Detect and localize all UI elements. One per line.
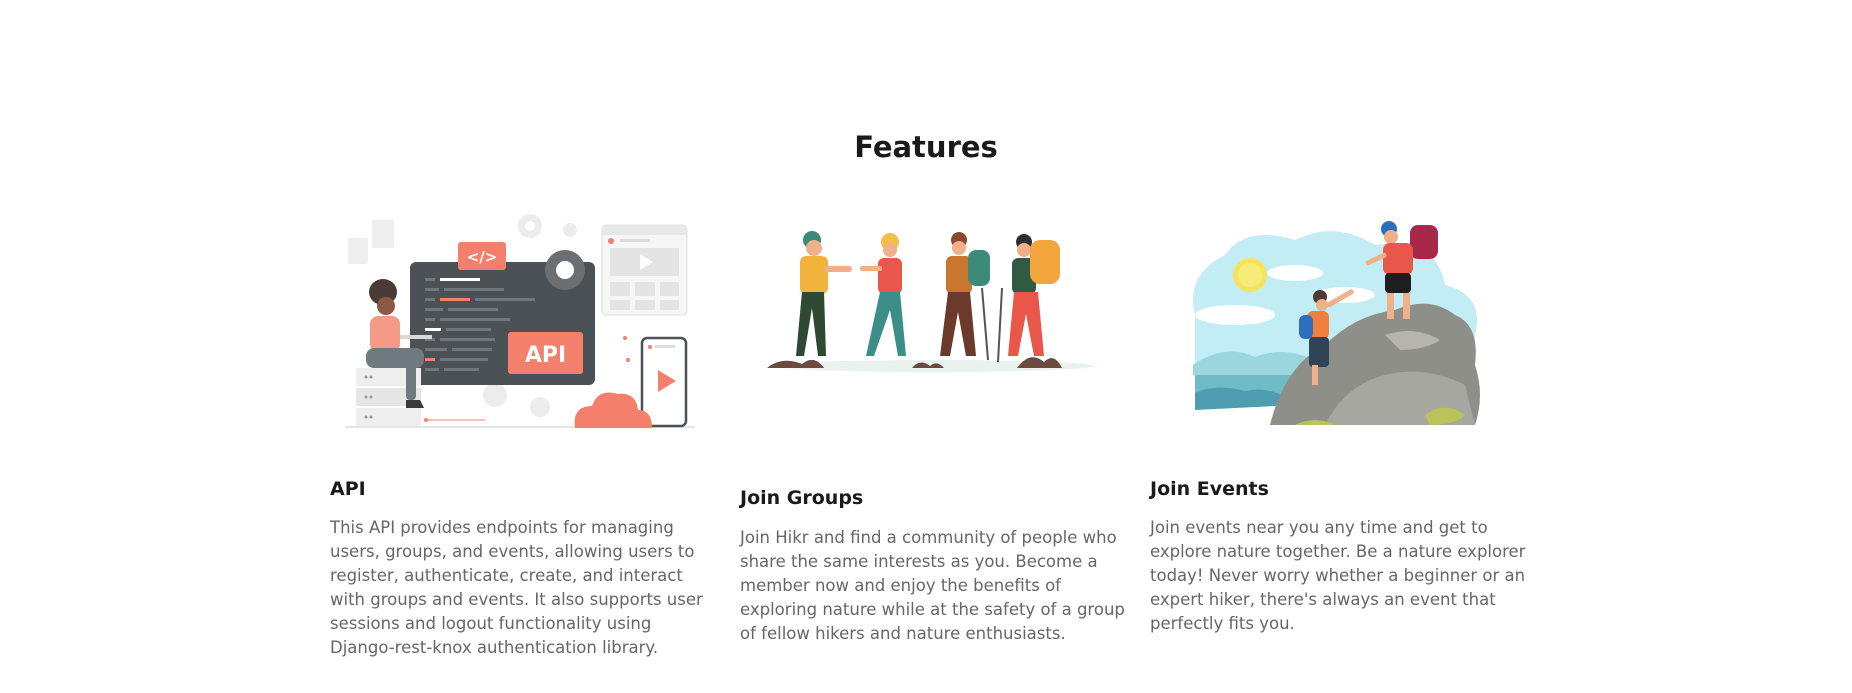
feature-title-join-events: Join Events [1150, 478, 1269, 500]
api-badge-text: API [525, 343, 566, 368]
feature-description-join-groups: Join Hikr and find a community of people… [740, 528, 1125, 643]
feature-description-join-events: Join events near you any time and get to… [1150, 518, 1526, 633]
feature-title-api: API [330, 478, 366, 500]
hikers-group-illustration [767, 231, 1094, 372]
feature-description-api: This API provides endpoints for managing… [330, 518, 703, 657]
developer-api-illustration: </> API [345, 214, 695, 428]
features-section: Features </> API API This API provides e… [0, 0, 1852, 693]
feature-title-join-groups: Join Groups [740, 487, 864, 509]
code-tag-text: </> [467, 248, 498, 266]
climbers-helping-illustration [1193, 221, 1480, 425]
section-title: Features [854, 130, 998, 164]
